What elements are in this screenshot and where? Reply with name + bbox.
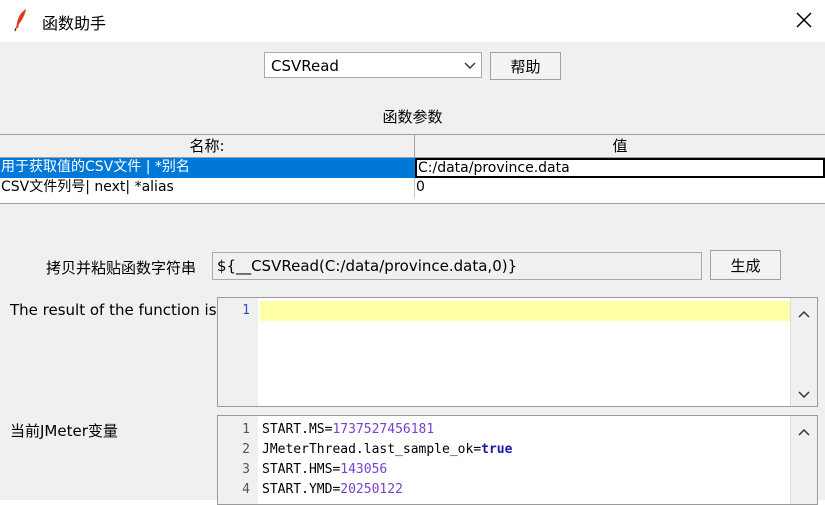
table-row-name[interactable]: CSV文件列号| next| *alias bbox=[0, 178, 415, 198]
variable-value: true bbox=[481, 442, 513, 457]
table-row-name[interactable]: 用于获取值的CSV文件 | *别名 bbox=[0, 158, 415, 178]
variables-label: 当前JMeter变量 bbox=[10, 422, 118, 440]
vertical-scrollbar[interactable] bbox=[790, 298, 817, 406]
column-header-name[interactable]: 名称: bbox=[0, 135, 415, 158]
scroll-down-icon[interactable] bbox=[797, 388, 811, 399]
help-button[interactable]: 帮助 bbox=[490, 52, 561, 80]
variable-key: START.MS= bbox=[262, 422, 333, 437]
current-line-highlight bbox=[260, 301, 791, 321]
code-line: START.YMD=20250122 bbox=[262, 482, 403, 497]
result-editor[interactable]: 1 bbox=[217, 297, 818, 407]
table-row-value[interactable]: 0 bbox=[415, 178, 825, 198]
dialog-content: CSVRead 帮助 函数参数 名称: 值 用于获取值的CSV文件 | *别名 … bbox=[0, 42, 825, 505]
function-select[interactable]: CSVRead bbox=[264, 52, 482, 78]
variable-key: JMeterThread.last_sample_ok= bbox=[262, 442, 482, 457]
variable-value: 143056 bbox=[340, 462, 388, 477]
title-bar: 函数助手 bbox=[0, 0, 825, 42]
variable-value: 1737527456181 bbox=[332, 422, 435, 437]
scroll-up-icon[interactable] bbox=[797, 425, 811, 436]
variable-key: START.YMD= bbox=[262, 482, 341, 497]
variables-editor[interactable]: 1 START.MS=1737527456181 2 JMeterThread.… bbox=[217, 415, 818, 505]
line-number: 4 bbox=[242, 482, 250, 497]
code-line: START.MS=1737527456181 bbox=[262, 422, 434, 437]
feather-icon bbox=[12, 8, 30, 32]
result-label: The result of the function is bbox=[10, 301, 217, 319]
code-line: JMeterThread.last_sample_ok=true bbox=[262, 442, 512, 457]
params-table: 名称: 值 用于获取值的CSV文件 | *别名 C:/data/province… bbox=[0, 134, 825, 204]
table-row-value-input[interactable]: C:/data/province.data bbox=[415, 158, 825, 178]
copy-paste-label: 拷贝并粘贴函数字符串 bbox=[46, 259, 197, 277]
close-icon[interactable] bbox=[790, 6, 818, 34]
function-select-value: CSVRead bbox=[271, 57, 339, 75]
column-header-value[interactable]: 值 bbox=[415, 135, 825, 158]
line-number: 2 bbox=[242, 442, 250, 457]
line-number: 1 bbox=[242, 303, 250, 318]
generate-button[interactable]: 生成 bbox=[710, 250, 781, 280]
line-number: 3 bbox=[242, 462, 250, 477]
vertical-scrollbar[interactable] bbox=[790, 416, 817, 504]
window-title: 函数助手 bbox=[42, 14, 107, 33]
chevron-down-icon bbox=[463, 58, 477, 76]
line-number: 1 bbox=[242, 422, 250, 437]
params-section-title: 函数参数 bbox=[382, 108, 443, 126]
function-string-field[interactable]: ${__CSVRead(C:/data/province.data,0)} bbox=[212, 252, 702, 280]
variable-key: START.HMS= bbox=[262, 462, 341, 477]
scroll-up-icon[interactable] bbox=[797, 307, 811, 318]
variable-value: 20250122 bbox=[340, 482, 403, 497]
code-line: START.HMS=143056 bbox=[262, 462, 387, 477]
